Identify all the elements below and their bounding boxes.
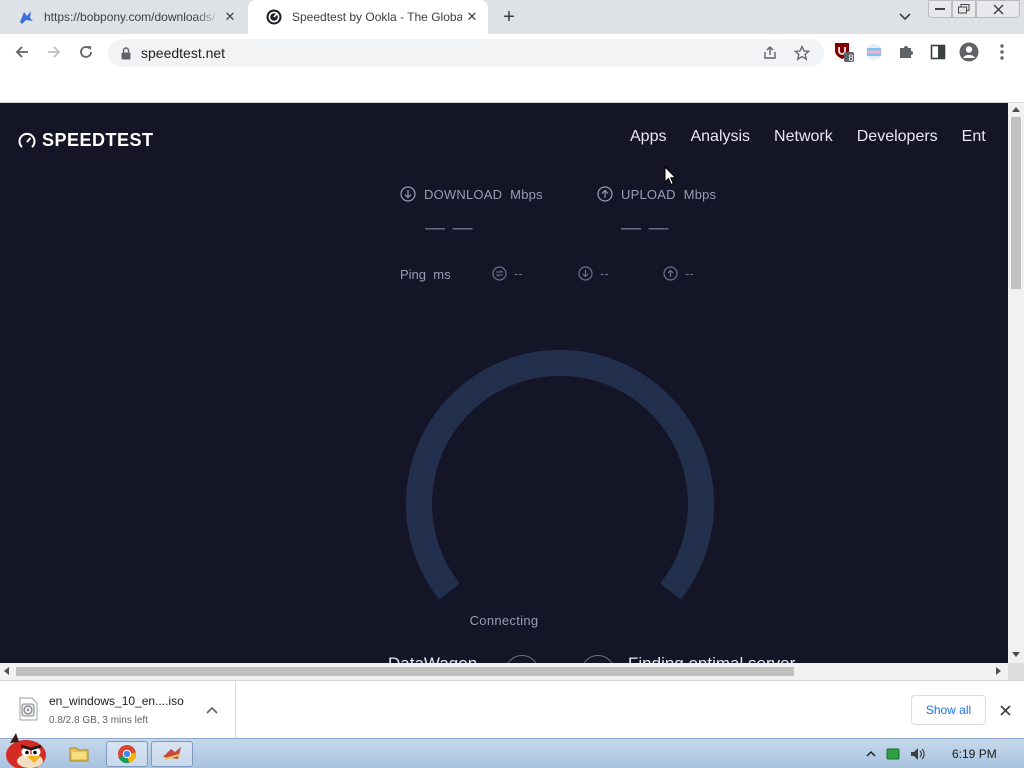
download-header: DOWNLOAD Mbps [400,186,543,202]
isp-host-name: DataWagon [388,654,477,663]
tab-search-chevron-icon[interactable] [896,9,914,25]
window-minimize-icon[interactable] [928,0,952,18]
server-icon [581,655,615,663]
ping-down-item: -- [578,266,609,281]
vertical-scrollbar[interactable] [1008,103,1024,663]
extensions-puzzle-icon[interactable] [895,42,917,62]
vertical-scroll-thumb[interactable] [1011,117,1021,289]
download-shelf: en_windows_10_en....iso 0.8/2.8 GB, 3 mi… [0,680,1024,739]
server-name: Finding optimal server [628,654,795,663]
scroll-down-icon[interactable] [1012,652,1020,657]
url-text: speedtest.net [141,45,226,61]
volume-icon[interactable] [910,747,926,761]
start-button-angry-bird-icon[interactable] [0,731,50,768]
download-label: DOWNLOAD [424,186,503,202]
windows-taskbar: 6:19 PM [0,733,1024,768]
tab-bobpony[interactable]: https://bobpony.com/downloads/ ✕ [0,0,246,34]
show-all-button[interactable]: Show all [911,695,986,725]
nav-enterprise[interactable]: Ent [962,128,986,146]
horizontal-scroll-thumb[interactable] [16,667,794,676]
speedtest-logo[interactable]: SPEEDTEST [18,130,154,151]
brand-text: SPEEDTEST [42,130,154,150]
ping-up-icon [663,266,678,281]
horizontal-scrollbar[interactable] [0,663,1008,680]
ping-down-icon [578,266,593,281]
bobpony-favicon-icon [18,9,34,25]
tab-close-icon[interactable]: ✕ [462,7,482,27]
speedtest-favicon-icon [266,9,282,25]
jitter-item: -- [492,266,523,281]
profile-avatar-icon[interactable] [958,42,980,62]
lock-icon [121,46,131,60]
system-tray [866,739,926,768]
upload-header: UPLOAD Mbps [597,186,716,202]
speedtest-logo-icon [18,132,36,148]
window-close-icon[interactable] [976,0,1020,18]
tab-title: Speedtest by Ookla - The Global Broadban… [292,10,462,24]
tray-expand-icon[interactable] [866,750,876,758]
ping-up-item: -- [663,266,694,281]
speedtest-page: SPEEDTEST Apps Analysis Network Develope… [0,103,1008,663]
jitter-icon [492,266,507,281]
mouse-cursor-icon [664,166,677,186]
scroll-up-icon[interactable] [1012,107,1020,112]
bookmark-bar [0,70,1024,103]
host-icon [505,655,539,663]
side-panel-icon[interactable] [927,42,949,62]
download-arrow-icon [400,186,416,202]
download-progress-text: 0.8/2.8 GB, 3 mins left [49,715,148,726]
scroll-left-icon[interactable] [4,667,9,675]
site-nav: Apps Analysis Network Developers Ent [630,128,986,146]
taskbar-chrome[interactable] [106,741,148,767]
tab-speedtest[interactable]: Speedtest by Ookla - The Global Broadban… [248,0,488,34]
browser-toolbar: speedtest.net 8 [0,34,1024,70]
ping-down-value: -- [600,266,609,281]
address-bar[interactable]: speedtest.net [108,39,824,67]
scroll-right-icon[interactable] [996,667,1001,675]
nav-network[interactable]: Network [774,128,833,146]
chevron-up-icon[interactable] [203,701,221,719]
taskbar-app[interactable] [151,741,193,767]
bookmark-star-icon[interactable] [792,44,812,62]
new-tab-icon[interactable]: + [498,6,520,28]
ping-up-value: -- [685,266,694,281]
download-value: — — [425,217,474,239]
nav-analysis[interactable]: Analysis [690,128,750,146]
window-restore-icon[interactable] [952,0,976,18]
forward-arrow-icon[interactable] [40,38,68,66]
upload-value: — — [621,217,670,239]
nav-developers[interactable]: Developers [857,128,938,146]
tab-strip: https://bobpony.com/downloads/ ✕ Speedte… [0,0,1024,34]
chrome-icon [118,745,137,764]
application-icon [163,747,181,760]
reload-icon[interactable] [72,38,100,66]
ping-label: Ping ms [400,267,451,282]
connection-status: Connecting [469,613,539,628]
extension-badge: 8 [848,53,854,63]
jitter-value: -- [514,266,523,281]
flag-extension-icon[interactable] [863,42,885,62]
share-icon[interactable] [760,44,780,62]
scrollbar-corner [1008,663,1024,680]
iso-file-icon [19,697,38,721]
chrome-menu-icon[interactable] [991,42,1013,62]
upload-unit: Mbps [683,186,717,202]
network-status-icon[interactable] [886,748,900,760]
upload-label: UPLOAD [621,186,676,202]
speed-gauge [406,349,714,600]
system-clock[interactable]: 6:19 PM [952,747,997,761]
download-filename: en_windows_10_en....iso [49,694,184,708]
tab-title: https://bobpony.com/downloads/ [44,10,216,24]
upload-arrow-icon [597,186,613,202]
nav-apps[interactable]: Apps [630,128,666,146]
folder-icon [69,747,89,762]
close-icon[interactable] [996,701,1014,719]
taskbar-file-explorer[interactable] [58,741,100,767]
download-unit: Mbps [510,186,543,202]
tab-close-icon[interactable]: ✕ [220,7,240,27]
back-arrow-icon[interactable] [8,38,36,66]
